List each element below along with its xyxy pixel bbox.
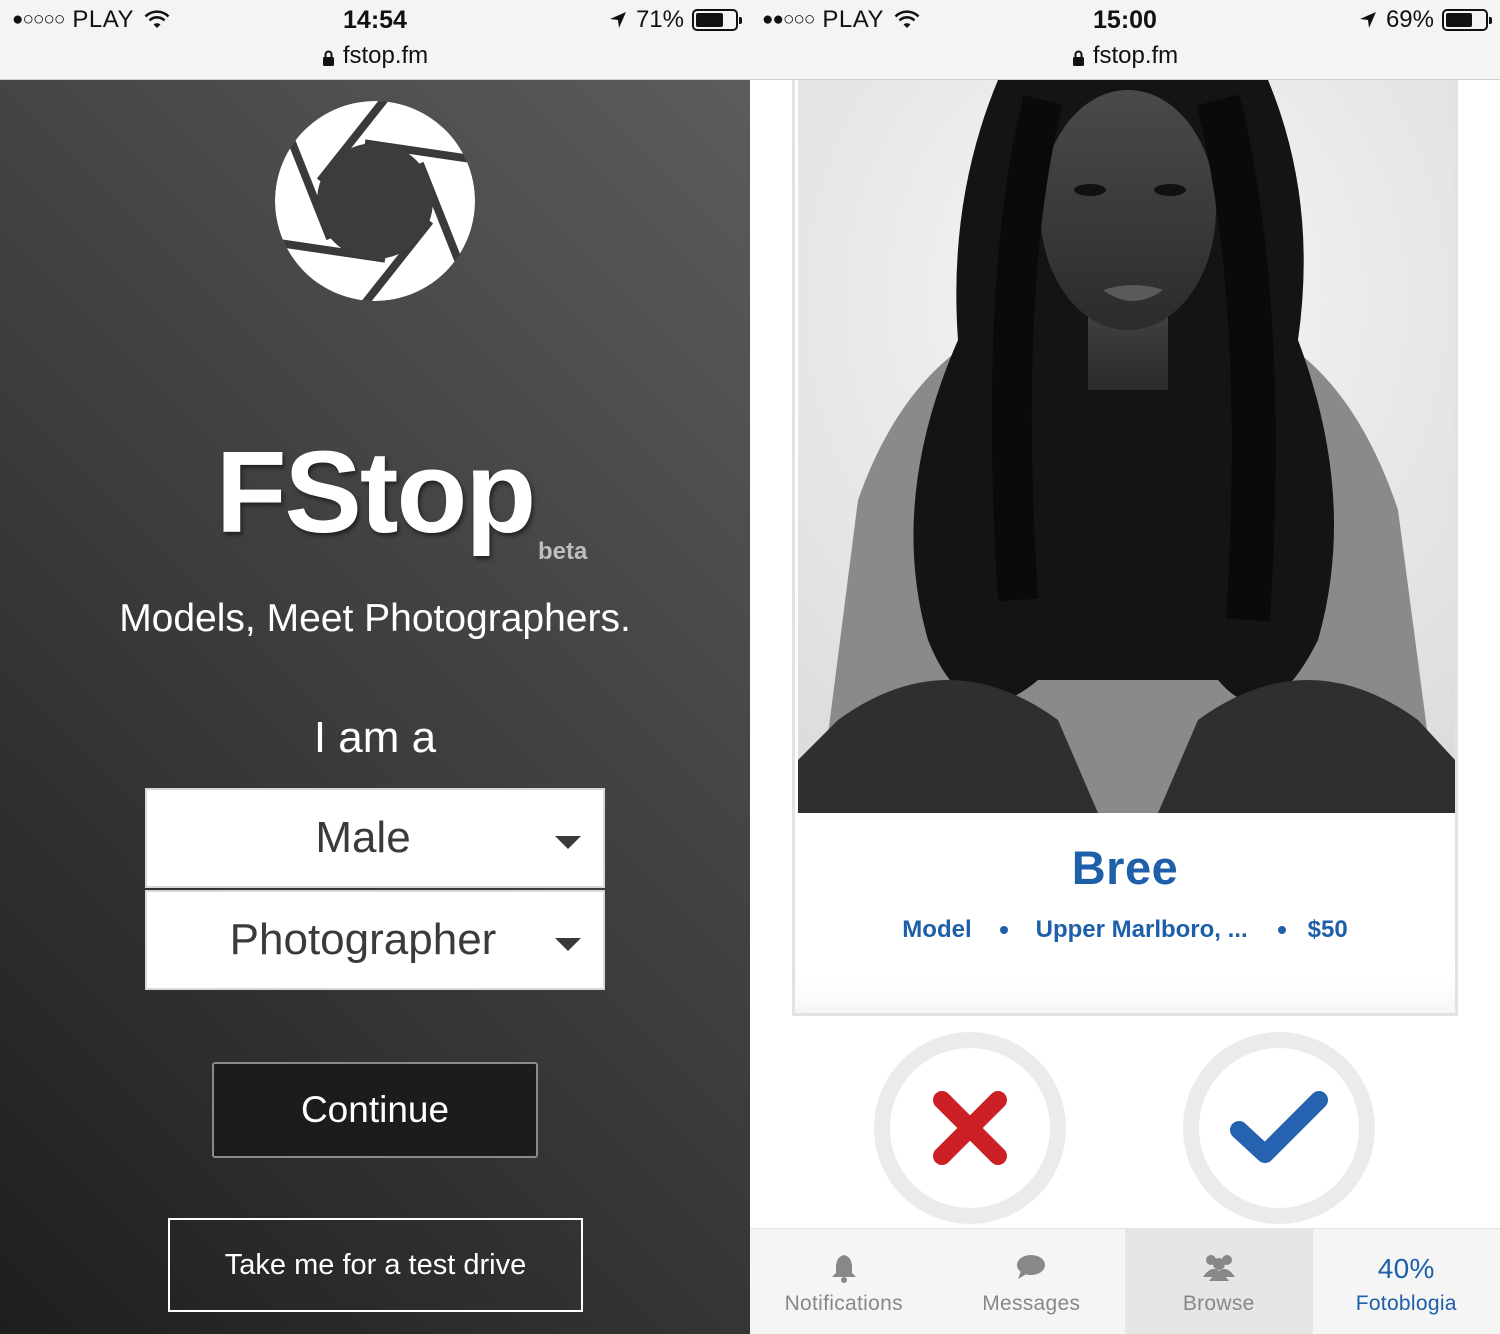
status-right: 71% — [608, 6, 742, 34]
left-phone-screen: ●○○○○ PLAY 14:54 71% fstop.fm FStop beta… — [0, 0, 750, 1334]
right-phone-screen: ●●○○○ PLAY 15:00 69% fstop.fm Bree Model… — [750, 0, 1500, 1334]
profile-name: Bree — [1071, 841, 1179, 894]
tab-label: Messages — [982, 1292, 1081, 1315]
portrait-illustration — [798, 80, 1455, 813]
gender-select[interactable]: Male — [145, 788, 605, 888]
url-text: fstop.fm — [1092, 42, 1179, 69]
url-text: fstop.fm — [342, 42, 429, 69]
url-bar[interactable]: fstop.fm — [0, 42, 750, 70]
battery-percent: 69% — [1385, 6, 1434, 33]
lock-icon — [1072, 50, 1084, 66]
gender-select-value: Male — [315, 813, 411, 862]
brand-title: FStop — [215, 427, 537, 557]
separator-dot — [999, 926, 1008, 934]
url-bar[interactable]: fstop.fm — [750, 42, 1500, 70]
bottom-tab-bar: Notifications Messages Browse 40% Fotobl… — [750, 1228, 1500, 1334]
reject-button[interactable] — [874, 1032, 1066, 1224]
chevron-down-icon — [555, 836, 581, 849]
chevron-down-icon — [555, 938, 581, 951]
tab-label: Notifications — [784, 1292, 903, 1315]
location-arrow-icon — [609, 12, 626, 28]
tab-fotoblogia[interactable]: 40% Fotoblogia — [1313, 1229, 1500, 1334]
continue-button[interactable]: Continue — [212, 1062, 538, 1158]
status-bar: ●●○○○ PLAY 15:00 69% fstop.fm — [750, 0, 1500, 80]
profile-location: Upper Marlboro, ... — [1035, 916, 1248, 943]
profile-photo — [798, 80, 1455, 813]
battery-icon — [692, 9, 742, 31]
lock-icon — [322, 50, 334, 66]
battery-percent: 71% — [635, 6, 684, 33]
profile-price: $50 — [1307, 916, 1348, 943]
accept-button[interactable] — [1183, 1032, 1375, 1224]
profile-card[interactable]: Bree Model Upper Marlboro, ... $50 — [792, 80, 1458, 1016]
beta-label: beta — [538, 538, 588, 565]
tab-label: Browse — [1182, 1292, 1255, 1315]
close-icon — [933, 1091, 1007, 1165]
percent-badge: 40% — [1377, 1253, 1435, 1284]
status-right: 69% — [1358, 6, 1492, 34]
location-arrow-icon — [1359, 12, 1376, 28]
profile-role: Model — [902, 916, 972, 943]
role-select[interactable]: Photographer — [145, 890, 605, 990]
tab-label: Fotoblogia — [1355, 1292, 1457, 1315]
speech-bubble-icon — [1017, 1255, 1046, 1279]
checkmark-icon — [1230, 1091, 1328, 1163]
profile-meta: Model Upper Marlboro, ... $50 — [795, 916, 1455, 944]
test-drive-button[interactable]: Take me for a test drive — [168, 1218, 583, 1312]
i-am-a-label: I am a — [313, 713, 437, 762]
people-icon — [1202, 1255, 1235, 1281]
tagline: Models, Meet Photographers. — [119, 597, 631, 640]
battery-icon — [1442, 9, 1492, 31]
aperture-logo-icon — [275, 101, 475, 301]
tab-messages[interactable]: Messages — [938, 1229, 1126, 1334]
tab-notifications[interactable]: Notifications — [750, 1229, 938, 1334]
role-select-value: Photographer — [229, 915, 497, 964]
bell-icon — [831, 1255, 856, 1283]
separator-dot — [1277, 926, 1286, 934]
status-bar: ●○○○○ PLAY 14:54 71% fstop.fm — [0, 0, 750, 80]
tab-browse[interactable]: Browse — [1125, 1229, 1313, 1334]
